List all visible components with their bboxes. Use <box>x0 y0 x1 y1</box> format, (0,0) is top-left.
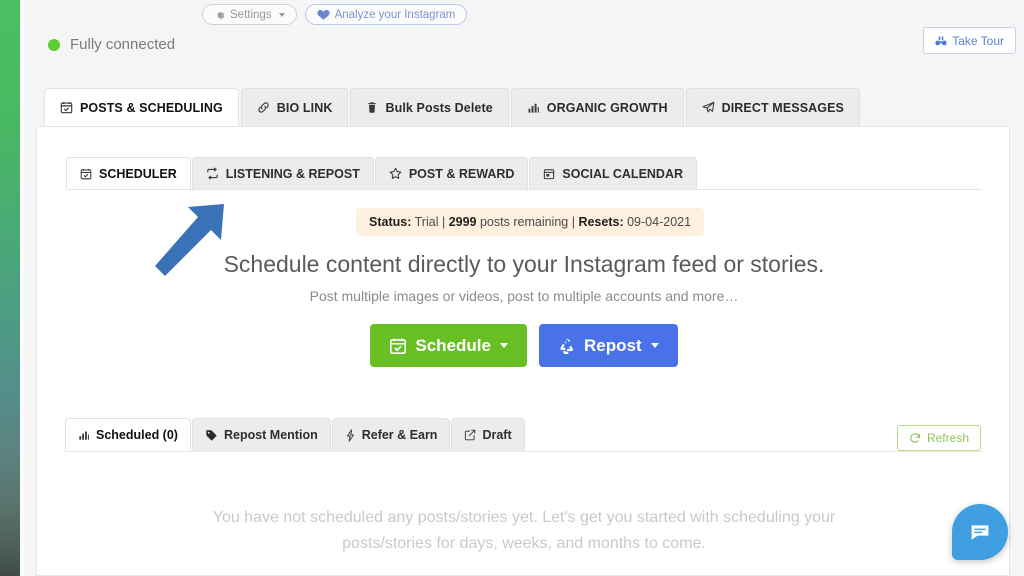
chevron-down-icon <box>650 343 659 348</box>
subtab-post-reward[interactable]: POST & REWARD <box>374 157 529 189</box>
recycle-icon <box>558 337 576 355</box>
tab-bulk-posts-delete[interactable]: Bulk Posts Delete <box>350 88 509 126</box>
heart-badge-icon <box>316 9 330 21</box>
tag-icon <box>205 429 218 442</box>
take-tour-label: Take Tour <box>952 33 1004 48</box>
top-pill-group: Settings Analyze your Instagram <box>202 4 468 25</box>
bar-chart-icon <box>527 101 540 114</box>
settings-button[interactable]: Settings <box>202 4 297 25</box>
link-icon <box>257 101 270 114</box>
chat-bubble-icon <box>968 520 992 544</box>
status-banner-sep-1: | <box>441 215 446 229</box>
paper-plane-icon <box>702 101 715 114</box>
repost-button[interactable]: Repost <box>538 324 678 367</box>
status-banner-status-label: Status: <box>369 215 412 229</box>
status-banner-posts-text: posts remaining <box>479 215 569 229</box>
hero-subtitle: Post multiple images or videos, post to … <box>309 288 739 304</box>
sub-tab-divider <box>66 189 982 190</box>
trash-icon <box>366 101 378 114</box>
tab-label: Bulk Posts Delete <box>385 100 493 115</box>
lowertab-repost-mention[interactable]: Repost Mention <box>191 418 331 451</box>
subtab-label: SOCIAL CALENDAR <box>562 166 684 181</box>
refresh-button[interactable]: Refresh <box>896 425 981 451</box>
chevron-down-icon <box>278 12 285 17</box>
status-banner-posts-count: 2999 <box>448 215 477 229</box>
hero-title: Schedule content directly to your Instag… <box>223 251 825 277</box>
lowertab-label: Refer & Earn <box>361 428 438 442</box>
lowertab-scheduled[interactable]: Scheduled (0) <box>65 418 191 451</box>
status-banner-resets-label: Resets: <box>578 215 624 229</box>
refresh-label: Refresh <box>926 431 969 445</box>
status-banner-resets-value: 09-04-2021 <box>627 215 692 229</box>
calendar-check-icon <box>60 101 73 114</box>
calendar-check-icon <box>80 168 92 180</box>
top-bar: Settings Analyze your Instagram Fully co… <box>24 0 1024 82</box>
tab-label: ORGANIC GROWTH <box>546 100 668 115</box>
main-tab-bar: POSTS & SCHEDULING BIO LINK Bulk Posts D… <box>44 88 862 126</box>
binoculars-icon <box>935 35 947 47</box>
status-banner-status-value: Trial <box>414 215 439 229</box>
lowertab-draft[interactable]: Draft <box>451 418 525 451</box>
analyze-label: Analyze your Instagram <box>334 8 456 21</box>
tab-direct-messages[interactable]: DIRECT MESSAGES <box>685 88 860 126</box>
subtab-listening-repost[interactable]: LISTENING & REPOST <box>191 157 374 189</box>
tab-label: DIRECT MESSAGES <box>721 100 844 115</box>
subtab-social-calendar[interactable]: SOCIAL CALENDAR <box>529 157 698 189</box>
subtab-label: LISTENING & REPOST <box>225 166 360 181</box>
app-root: Settings Analyze your Instagram Fully co… <box>0 0 1024 576</box>
status-banner: Status: Trial | 2999 posts remaining | R… <box>356 208 705 236</box>
connection-status-label: Fully connected <box>70 36 176 53</box>
tab-organic-growth[interactable]: ORGANIC GROWTH <box>510 88 684 126</box>
subtab-label: SCHEDULER <box>99 166 177 181</box>
tab-label: POSTS & SCHEDULING <box>80 100 223 115</box>
lowertab-label: Repost Mention <box>223 428 318 442</box>
content-card: SCHEDULER LISTENING & REPOST POST & REWA… <box>36 126 1010 576</box>
empty-state-line-1: You have not scheduled any posts/stories… <box>212 509 836 526</box>
schedule-button-label: Schedule <box>415 335 491 355</box>
chevron-down-icon <box>499 343 508 348</box>
lowertab-refer-earn[interactable]: Refer & Earn <box>331 418 451 451</box>
analyze-instagram-button[interactable]: Analyze your Instagram <box>304 4 468 25</box>
edit-square-icon <box>464 429 476 441</box>
refresh-icon <box>909 432 921 444</box>
sub-tab-bar: SCHEDULER LISTENING & REPOST POST & REWA… <box>66 157 698 189</box>
rail-seam <box>20 0 24 576</box>
star-icon <box>389 167 402 180</box>
empty-state-message: You have not scheduled any posts/stories… <box>192 505 856 557</box>
left-nav-rail <box>0 0 20 576</box>
calendar-icon <box>543 168 555 180</box>
tab-posts-scheduling[interactable]: POSTS & SCHEDULING <box>44 88 239 126</box>
connection-status: Fully connected <box>48 36 175 53</box>
bolt-icon <box>345 428 356 442</box>
chat-widget-button[interactable] <box>952 504 1008 560</box>
lowertab-label: Scheduled (0) <box>96 428 178 442</box>
gear-icon <box>214 9 225 20</box>
lower-tab-divider <box>65 451 983 452</box>
tab-label: BIO LINK <box>276 100 333 115</box>
repost-button-label: Repost <box>583 335 642 355</box>
status-banner-sep-2: | <box>571 215 575 229</box>
schedule-button[interactable]: Schedule <box>370 324 527 367</box>
status-dot-icon <box>48 38 60 51</box>
calendar-check-icon <box>389 337 407 355</box>
repeat-icon <box>206 167 219 180</box>
lower-tab-bar: Scheduled (0) Repost Mention Refer & Ear… <box>65 418 526 451</box>
take-tour-button[interactable]: Take Tour <box>923 27 1016 54</box>
bar-chart-icon <box>78 429 90 441</box>
hero-action-group: Schedule Repost <box>37 324 1011 367</box>
subtab-scheduler[interactable]: SCHEDULER <box>66 157 191 189</box>
tab-bio-link[interactable]: BIO LINK <box>240 88 349 126</box>
lowertab-label: Draft <box>482 428 512 442</box>
subtab-label: POST & REWARD <box>408 166 515 181</box>
empty-state-line-2: posts/stories for days, weeks, and month… <box>342 535 706 552</box>
settings-label: Settings <box>230 8 272 21</box>
